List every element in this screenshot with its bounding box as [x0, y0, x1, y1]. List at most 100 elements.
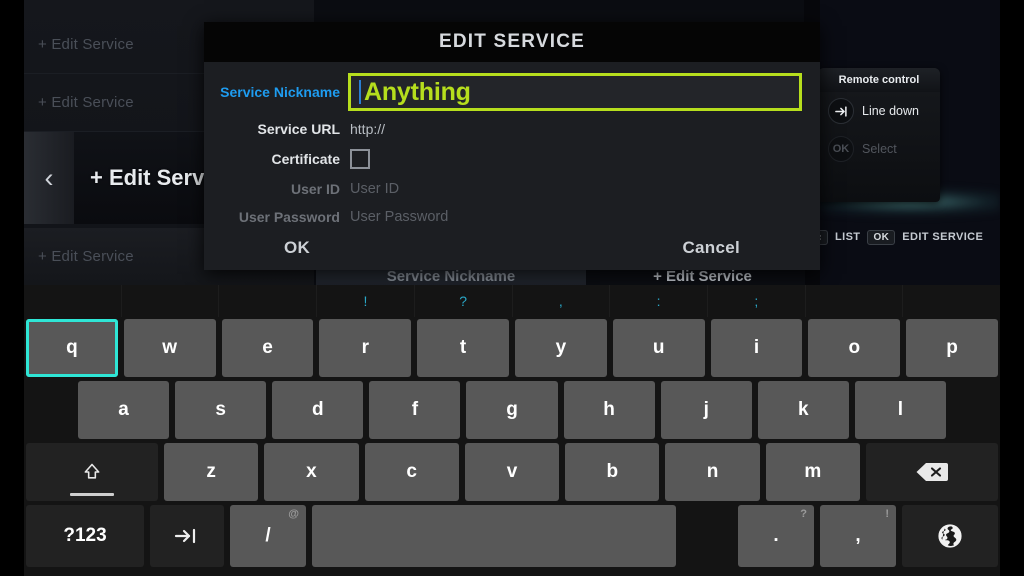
- service-nickname-value: Anything: [364, 77, 471, 106]
- field-label-user-id: User ID: [290, 181, 340, 197]
- backspace-key[interactable]: [865, 443, 998, 501]
- tab-icon: [174, 528, 196, 544]
- frame-edge-left: [0, 0, 24, 285]
- symbol-cell[interactable]: [219, 285, 318, 317]
- period-key-label: .: [773, 525, 779, 546]
- symbol-cell-exclamation[interactable]: !: [317, 285, 415, 317]
- key-p[interactable]: p: [906, 319, 998, 377]
- remote-item-label: Select: [862, 142, 897, 156]
- key-e[interactable]: e: [221, 319, 314, 377]
- key-d[interactable]: d: [272, 381, 364, 439]
- key-w[interactable]: w: [123, 319, 216, 377]
- symbol-cell-question[interactable]: ?: [415, 285, 513, 317]
- key-u[interactable]: u: [612, 319, 705, 377]
- ok-key-chip[interactable]: OK: [867, 229, 896, 245]
- status-bar: ‹ LIST OK EDIT SERVICE: [812, 226, 1004, 248]
- keyboard-row-3: z x c v b n m: [24, 443, 1000, 501]
- key-q[interactable]: q: [26, 319, 118, 377]
- key-o[interactable]: o: [808, 319, 901, 377]
- dialog-actions: OK Cancel: [204, 238, 820, 258]
- backspace-icon: [916, 463, 948, 481]
- shift-key[interactable]: [26, 443, 158, 501]
- comma-key[interactable]: , !: [820, 505, 896, 567]
- edit-service-dialog: EDIT SERVICE Service Nickname Anything S…: [204, 22, 820, 270]
- key-r[interactable]: r: [319, 319, 412, 377]
- key-z[interactable]: z: [164, 443, 259, 501]
- key-a[interactable]: a: [78, 381, 170, 439]
- back-chevron-icon[interactable]: ‹: [24, 132, 74, 224]
- slash-key-label: /: [265, 525, 271, 546]
- on-screen-keyboard: ! ? , : ; q w e r t y u i o p a s d f g …: [0, 285, 1024, 576]
- keyboard-row-2: a s d f g h j k l: [24, 381, 1000, 439]
- key-m[interactable]: m: [765, 443, 860, 501]
- remote-item-line-down[interactable]: Line down: [818, 92, 940, 130]
- tab-key[interactable]: [150, 505, 224, 567]
- field-label-service-nickname: Service Nickname: [220, 84, 340, 100]
- symbols-key[interactable]: ?123: [26, 505, 144, 567]
- symbol-cell[interactable]: [24, 285, 122, 317]
- key-t[interactable]: t: [417, 319, 509, 377]
- field-row-service-url[interactable]: Service URL http://: [204, 118, 820, 140]
- key-y[interactable]: y: [514, 319, 607, 377]
- slash-key-superscript: @: [288, 508, 299, 520]
- ok-key-label: EDIT SERVICE: [902, 231, 984, 243]
- dialog-title: EDIT SERVICE: [204, 22, 820, 62]
- remote-control-panel: Remote control Line down OK Select: [818, 68, 940, 202]
- key-n[interactable]: n: [665, 443, 760, 501]
- screen: + Edit Service + Edit Service ‹ + Edit S…: [0, 0, 1024, 576]
- user-id-input: User ID: [350, 181, 400, 197]
- key-g[interactable]: g: [466, 381, 558, 439]
- keyboard-surface: ! ? , : ; q w e r t y u i o p a s d f g …: [24, 285, 1000, 576]
- key-k[interactable]: k: [757, 381, 849, 439]
- certificate-checkbox[interactable]: [350, 149, 370, 169]
- field-row-service-nickname: Service Nickname Anything: [204, 72, 820, 112]
- key-x[interactable]: x: [264, 443, 359, 501]
- field-row-user-password: User Password User Password: [204, 206, 820, 228]
- symbol-cell-colon[interactable]: :: [610, 285, 708, 317]
- symbol-cell[interactable]: [122, 285, 220, 317]
- symbol-cell-semicolon[interactable]: ;: [708, 285, 806, 317]
- list-item-label: + Edit Service: [38, 36, 134, 53]
- dialog-body: Service Nickname Anything Service URL ht…: [204, 62, 820, 270]
- field-label-user-password: User Password: [238, 209, 340, 225]
- back-key-label: LIST: [835, 231, 861, 243]
- line-down-icon: [828, 98, 854, 124]
- key-b[interactable]: b: [565, 443, 660, 501]
- row4-spacer: [682, 505, 732, 567]
- field-row-certificate[interactable]: Certificate: [204, 144, 820, 174]
- language-key[interactable]: [902, 505, 998, 567]
- keyboard-row-1: q w e r t y u i o p: [24, 319, 1000, 377]
- field-label-certificate: Certificate: [271, 151, 340, 167]
- keyboard-row-4: ?123 / @ . ? , !: [24, 505, 1000, 567]
- key-c[interactable]: c: [364, 443, 459, 501]
- field-label-service-url: Service URL: [257, 121, 340, 137]
- slash-key[interactable]: / @: [230, 505, 306, 567]
- key-v[interactable]: v: [464, 443, 560, 501]
- remote-item-select: OK Select: [818, 130, 940, 168]
- key-h[interactable]: h: [563, 381, 655, 439]
- key-i[interactable]: i: [710, 319, 803, 377]
- period-key-superscript: ?: [800, 508, 807, 520]
- remote-item-label: Line down: [862, 104, 919, 118]
- globe-icon: [938, 524, 962, 548]
- symbol-cell-comma[interactable]: ,: [513, 285, 611, 317]
- list-item-label: + Edit Service: [38, 94, 134, 111]
- key-f[interactable]: f: [369, 381, 461, 439]
- period-key[interactable]: . ?: [738, 505, 814, 567]
- list-item-label: + Edit Service: [38, 248, 134, 265]
- key-j[interactable]: j: [660, 381, 752, 439]
- key-l[interactable]: l: [854, 381, 946, 439]
- service-url-value: http://: [350, 121, 386, 137]
- symbol-cell[interactable]: [903, 285, 1000, 317]
- field-row-user-id: User ID User ID: [204, 178, 820, 200]
- space-key[interactable]: [312, 505, 676, 567]
- key-s[interactable]: s: [175, 381, 267, 439]
- user-password-input: User Password: [350, 209, 449, 225]
- comma-key-label: ,: [855, 525, 861, 546]
- service-nickname-input[interactable]: Anything: [348, 73, 802, 111]
- cancel-button[interactable]: Cancel: [682, 238, 740, 258]
- shift-underline: [70, 493, 114, 496]
- keyboard-symbol-row: ! ? , : ;: [24, 285, 1000, 317]
- symbol-cell[interactable]: [806, 285, 904, 317]
- ok-button[interactable]: OK: [284, 238, 310, 258]
